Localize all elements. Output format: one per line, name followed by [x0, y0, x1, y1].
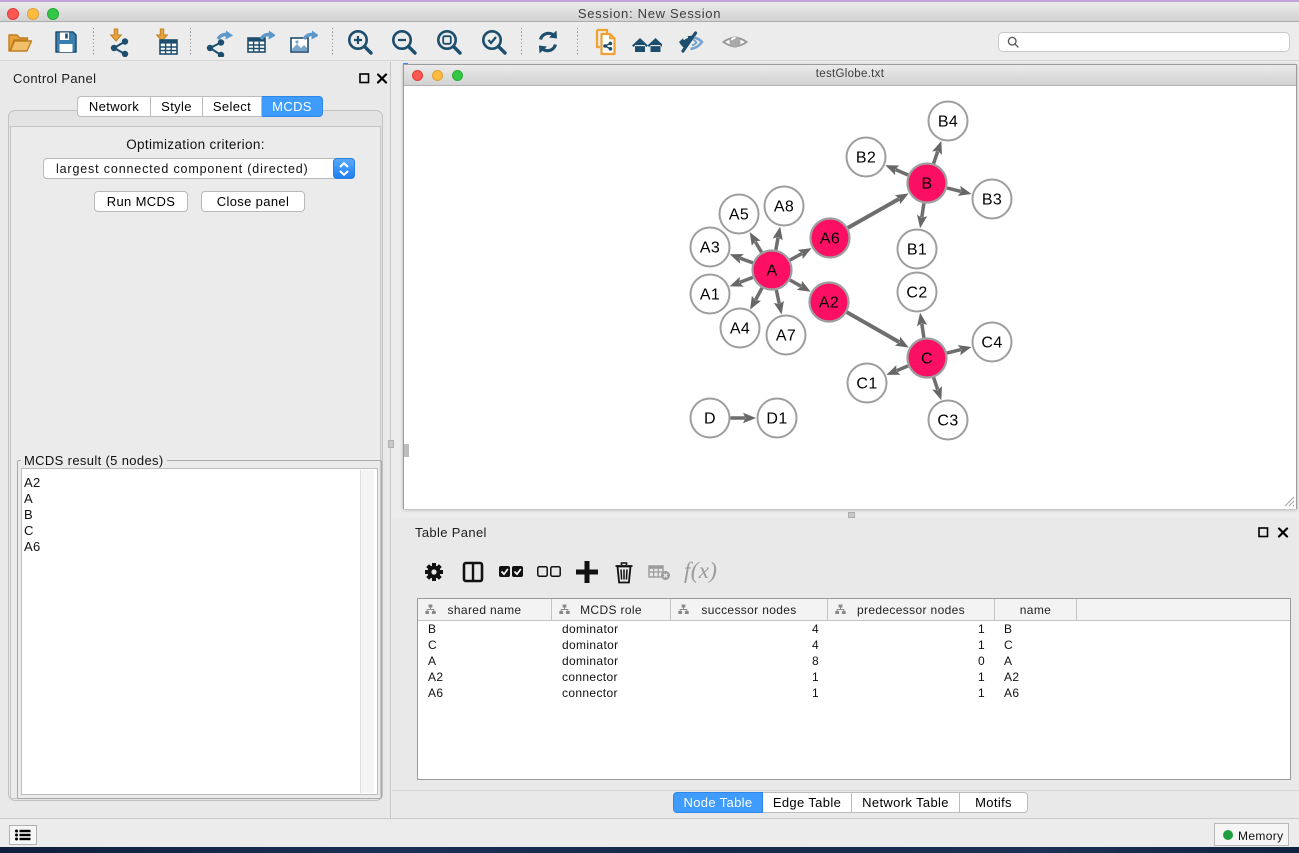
svg-text:A5: A5 [729, 207, 749, 224]
svg-text:D1: D1 [766, 411, 787, 428]
svg-text:A: A [766, 263, 777, 280]
svg-text:A8: A8 [774, 199, 794, 216]
svg-text:C3: C3 [937, 413, 958, 430]
svg-text:C1: C1 [856, 376, 877, 393]
svg-text:B1: B1 [907, 242, 927, 259]
svg-text:A6: A6 [820, 231, 840, 248]
svg-text:C4: C4 [981, 335, 1002, 352]
svg-text:B: B [921, 176, 932, 193]
svg-text:C2: C2 [906, 285, 927, 302]
svg-text:A2: A2 [819, 295, 839, 312]
svg-text:A4: A4 [730, 321, 750, 338]
svg-text:A1: A1 [700, 287, 720, 304]
svg-text:A7: A7 [776, 328, 796, 345]
svg-text:B2: B2 [856, 150, 876, 167]
svg-text:C: C [921, 351, 933, 368]
svg-text:A3: A3 [700, 240, 720, 257]
svg-text:B3: B3 [982, 192, 1002, 209]
svg-text:D: D [704, 411, 716, 428]
svg-text:B4: B4 [938, 114, 958, 131]
